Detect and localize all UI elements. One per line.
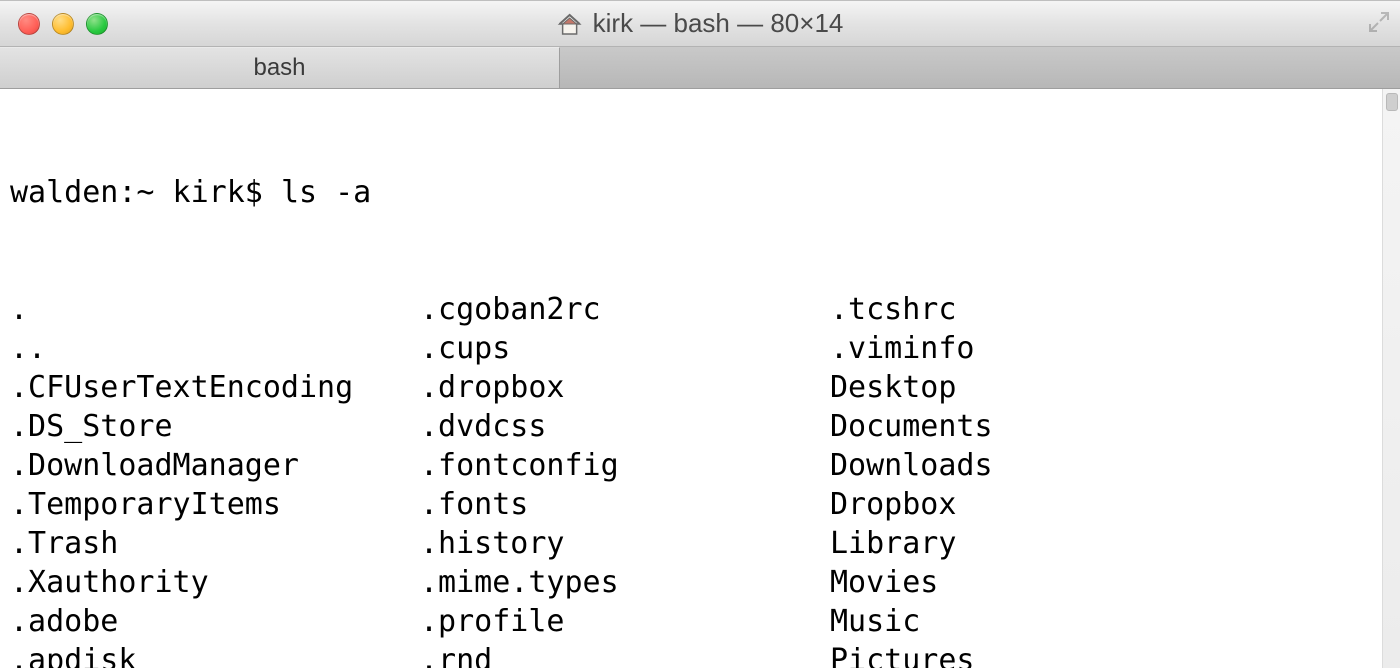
list-item: Movies	[830, 563, 1240, 602]
ls-column-1: .cgoban2rc .cups .dropbox .dvdcss .fontc…	[420, 290, 830, 668]
home-icon	[557, 12, 583, 36]
zoom-button[interactable]	[86, 13, 108, 35]
list-item: .fontconfig	[420, 446, 830, 485]
list-item: .DownloadManager	[10, 446, 420, 485]
terminal-body-wrap: walden:~ kirk$ ls -a . .. .CFUserTextEnc…	[0, 89, 1400, 668]
list-item: .dvdcss	[420, 407, 830, 446]
list-item: .Trash	[10, 524, 420, 563]
list-item: .fonts	[420, 485, 830, 524]
list-item: .profile	[420, 602, 830, 641]
list-item: Music	[830, 602, 1240, 641]
window-title: kirk — bash — 80×14	[557, 8, 844, 39]
list-item: Desktop	[830, 368, 1240, 407]
list-item: .	[10, 290, 420, 329]
list-item: .dropbox	[420, 368, 830, 407]
traffic-lights	[0, 13, 108, 35]
vertical-scrollbar[interactable]	[1382, 89, 1400, 668]
list-item: .DS_Store	[10, 407, 420, 446]
list-item: Pictures	[830, 641, 1240, 668]
minimize-button[interactable]	[52, 13, 74, 35]
tab-bar: bash	[0, 47, 1400, 89]
tab-bar-empty[interactable]	[560, 47, 1400, 88]
fullscreen-icon[interactable]	[1368, 11, 1390, 37]
tab-label: bash	[253, 54, 305, 82]
list-item: Library	[830, 524, 1240, 563]
list-item: ..	[10, 329, 420, 368]
prompt-text: walden:~ kirk$	[10, 175, 281, 210]
list-item: .viminfo	[830, 329, 1240, 368]
list-item: .adobe	[10, 602, 420, 641]
terminal-output[interactable]: walden:~ kirk$ ls -a . .. .CFUserTextEnc…	[0, 89, 1382, 668]
terminal-window: kirk — bash — 80×14 bash walden:~ kirk$ …	[0, 0, 1400, 668]
list-item: Documents	[830, 407, 1240, 446]
list-item: .cgoban2rc	[420, 290, 830, 329]
ls-output-columns: . .. .CFUserTextEncoding .DS_Store .Down…	[10, 290, 1372, 668]
ls-column-2: .tcshrc .viminfo Desktop Documents Downl…	[830, 290, 1240, 668]
tab-bash[interactable]: bash	[0, 47, 560, 88]
ls-column-0: . .. .CFUserTextEncoding .DS_Store .Down…	[10, 290, 420, 668]
list-item: Dropbox	[830, 485, 1240, 524]
list-item: .CFUserTextEncoding	[10, 368, 420, 407]
list-item: .tcshrc	[830, 290, 1240, 329]
list-item: .mime.types	[420, 563, 830, 602]
list-item: .rnd	[420, 641, 830, 668]
scrollbar-thumb[interactable]	[1386, 93, 1398, 111]
window-titlebar[interactable]: kirk — bash — 80×14	[0, 1, 1400, 47]
list-item: .apdisk	[10, 641, 420, 668]
window-title-text: kirk — bash — 80×14	[593, 8, 844, 39]
list-item: Downloads	[830, 446, 1240, 485]
command-text: ls -a	[281, 175, 371, 210]
prompt-line-1: walden:~ kirk$ ls -a	[10, 173, 1372, 212]
list-item: .history	[420, 524, 830, 563]
close-button[interactable]	[18, 13, 40, 35]
list-item: .TemporaryItems	[10, 485, 420, 524]
list-item: .Xauthority	[10, 563, 420, 602]
list-item: .cups	[420, 329, 830, 368]
